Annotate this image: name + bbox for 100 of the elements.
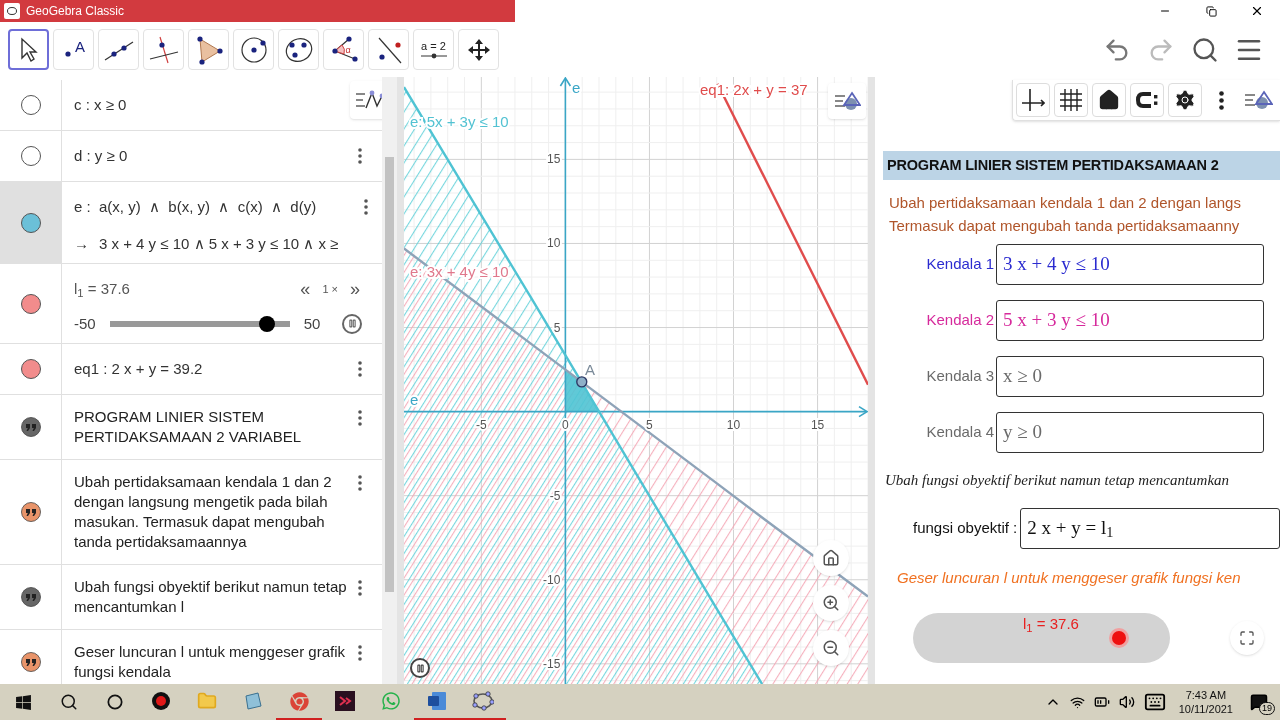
home-icon	[1098, 89, 1120, 111]
notification-count: 19	[1259, 702, 1275, 715]
app-icon	[335, 691, 355, 711]
text-object[interactable]: Ubah pertidaksamaan kendala 1 dan 2 dengan langsung mengetik pada bilah masukan. Termasuk dapat mengubah tanda pertidaksamaannya	[74, 472, 352, 552]
tool-button[interactable]: α	[323, 29, 364, 70]
slider-track[interactable]	[109, 314, 290, 333]
style-bar-button[interactable]	[828, 83, 866, 119]
objective-field[interactable]: 2 x + y = l$_{1}$	[1020, 507, 1280, 549]
tick-label: 5	[646, 417, 653, 432]
browser-icon	[289, 691, 309, 711]
quote-icon[interactable]	[20, 502, 41, 522]
clock-date[interactable]: 10/11/2021	[1178, 702, 1233, 716]
algebra-formula[interactable]: c : x ≥ 0	[74, 93, 127, 117]
keyboard-icon[interactable]	[1143, 691, 1166, 713]
slider-min: -50	[74, 313, 96, 334]
graph-label: e: 5x + 3y ≤ 10	[410, 113, 509, 130]
algebra-formula[interactable]: d : y ≥ 0	[74, 144, 128, 168]
graph-label: e	[410, 391, 419, 408]
slider-thumb[interactable]	[1111, 631, 1126, 645]
fullscreen-icon	[1239, 630, 1255, 646]
wifi-icon[interactable]	[1069, 694, 1085, 710]
style-bar-icon	[1243, 89, 1273, 111]
visibility-toggle[interactable]	[20, 212, 41, 233]
constraint-field[interactable]: y ≥ 0	[996, 412, 1264, 453]
text-object[interactable]: PROGRAM LINIER SISTEM PERTIDAKSAMAAN 2 VARIABEL	[74, 407, 352, 447]
notifications-button[interactable]: 19	[1246, 688, 1272, 716]
style-bar-button[interactable]	[350, 81, 382, 119]
battery-icon[interactable]	[1093, 694, 1110, 710]
more-options-icon	[1218, 90, 1224, 110]
graph-label: e	[572, 79, 581, 96]
visibility-toggle[interactable]	[20, 95, 41, 115]
four-panes-icon	[14, 693, 32, 711]
slider-thumb[interactable]	[259, 315, 276, 332]
home-button[interactable]	[1092, 83, 1126, 117]
more-options-icon[interactable]	[358, 645, 362, 661]
tool-button[interactable]	[8, 29, 49, 70]
restore-icon	[1205, 5, 1217, 17]
grid-button[interactable]	[1054, 83, 1088, 117]
intersection-point[interactable]	[576, 376, 588, 388]
text-object[interactable]: Ubah fungsi obyektif berikut namun tetap mencantumkan l	[74, 577, 352, 617]
algebra-formula[interactable]: e : a(x, y) ∧ b(x, y) ∧ c(x) ∧ d(y)	[74, 196, 317, 219]
axes-button[interactable]	[1016, 83, 1050, 117]
tick-label: -5	[549, 488, 561, 503]
scrollbar-thumb[interactable]	[385, 157, 394, 592]
slower-button[interactable]: «	[300, 280, 311, 299]
visibility-toggle[interactable]	[20, 146, 41, 166]
more-options-icon[interactable]	[358, 410, 362, 426]
volume-icon[interactable]	[1118, 694, 1135, 710]
folder-icon	[197, 691, 217, 711]
fullscreen-button[interactable]	[1230, 621, 1264, 655]
instruction-text: Termasuk dapat mengubah tanda pertidaksamaanny	[889, 216, 1241, 236]
zoom-out-icon	[822, 639, 840, 657]
circle-icon	[238, 34, 269, 65]
visibility-toggle[interactable]	[20, 359, 41, 379]
faster-button[interactable]: »	[350, 280, 360, 299]
tick-label: 10	[547, 236, 561, 251]
more-options-icon[interactable]	[358, 580, 362, 596]
pause-icon[interactable]	[342, 313, 362, 334]
document-icon	[427, 691, 447, 711]
more-options-icon[interactable]	[358, 361, 362, 377]
constraint-field[interactable]: 5 x + 3 y ≤ 10	[996, 300, 1264, 341]
window-title: GeoGebra Classic	[26, 3, 125, 20]
slider-icon	[418, 53, 449, 59]
speed-label: 1 ×	[322, 282, 338, 297]
constraint-label: Kendala 2	[926, 310, 994, 331]
record-icon	[152, 692, 170, 710]
slider-value[interactable]: l$_{1}$ = 37.6	[74, 278, 130, 301]
quote-icon[interactable]	[20, 417, 41, 437]
ellipse-dots-icon	[472, 691, 494, 711]
zoom-in-icon	[822, 594, 840, 612]
slider-max: 50	[303, 313, 321, 334]
clock-time[interactable]: 7:43 AM	[1185, 688, 1227, 702]
axes-icon	[1021, 88, 1045, 112]
constraint-label: Kendala 1	[926, 254, 994, 275]
visibility-toggle[interactable]	[20, 293, 41, 314]
tool-button[interactable]: a = 2	[413, 29, 454, 70]
quote-icon[interactable]	[20, 652, 41, 672]
graph-style-icon	[354, 89, 382, 111]
tick-label: 15	[547, 152, 561, 167]
settings-button[interactable]	[1168, 83, 1202, 117]
instruction-text: Ubah pertidaksamaan kendala 1 dan 2 dengan langs	[889, 193, 1242, 213]
quote-icon[interactable]	[20, 587, 41, 607]
pointer-icon	[18, 36, 39, 63]
home-button[interactable]	[813, 540, 849, 576]
more-options-icon[interactable]	[364, 199, 368, 216]
search-icon	[1191, 35, 1219, 64]
text-object[interactable]: Geser luncuran l untuk menggeser grafik fungsi kendala	[74, 642, 352, 682]
tool-button[interactable]: A	[53, 29, 94, 70]
chat-icon	[381, 691, 401, 711]
home-icon	[822, 549, 840, 567]
more-options-icon[interactable]	[358, 475, 362, 491]
perpendicular-lines-icon	[147, 34, 180, 65]
algebra-formula[interactable]: eq1 : 2 x + y = 39.2	[74, 357, 203, 381]
c-shape-icon	[1135, 90, 1159, 110]
constraint-field[interactable]: 3 x + 4 y ≤ 10	[996, 244, 1264, 285]
capture-button[interactable]	[1130, 83, 1164, 117]
algebra-output: 3 x + 4 y ≤ 10 ∧ 5 x + 3 y ≤ 10 ∧ x ≥	[99, 233, 339, 254]
settings-icon	[1173, 88, 1197, 112]
more-options-icon[interactable]	[358, 148, 362, 164]
constraint-field[interactable]: x ≥ 0	[996, 356, 1264, 397]
